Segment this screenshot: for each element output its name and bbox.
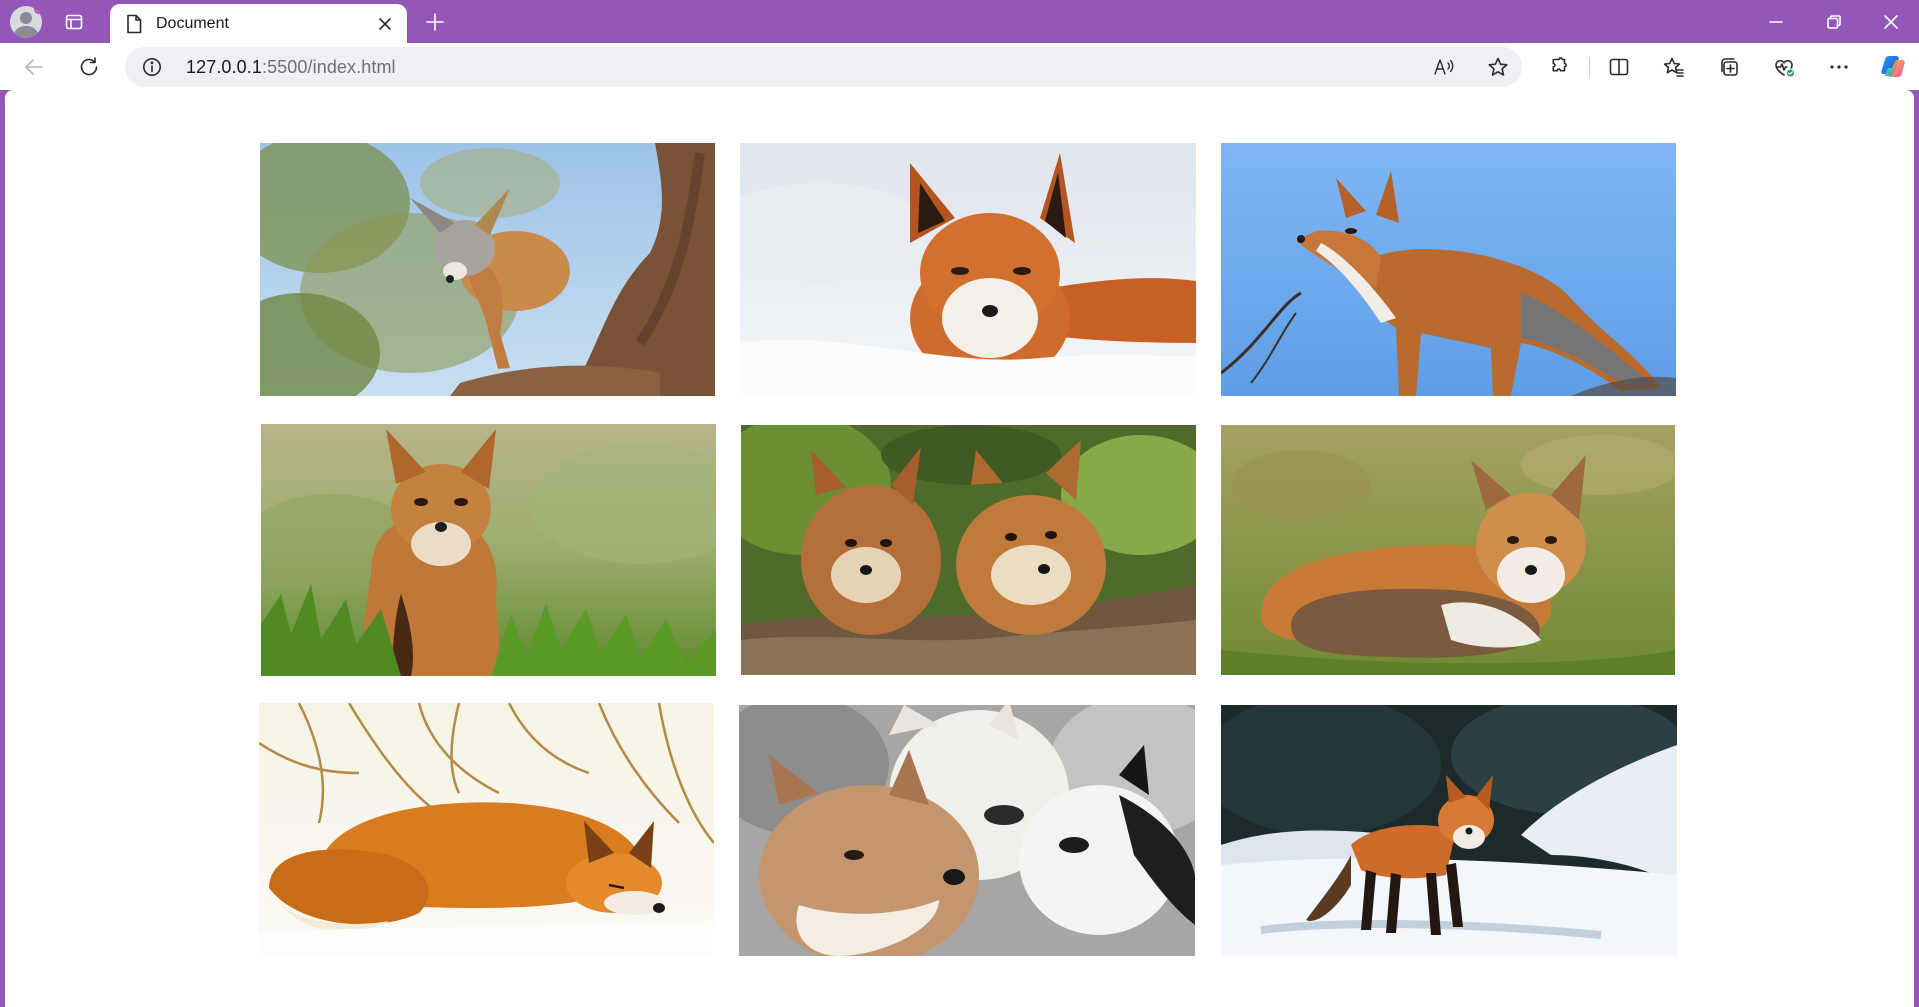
minimize-icon[interactable] [1748, 0, 1804, 43]
fox-photo-4 [261, 424, 716, 676]
fox-photo-3 [1221, 143, 1676, 396]
split-screen-icon[interactable] [1603, 51, 1635, 83]
tab-actions-icon[interactable] [58, 6, 90, 38]
info-icon[interactable] [141, 56, 163, 78]
fox-photo-1 [260, 143, 715, 396]
tab-document[interactable]: Document [110, 4, 407, 43]
title-bar: Document [0, 0, 1919, 43]
url-path: :5500/index.html [261, 57, 396, 77]
favorites-icon[interactable] [1658, 51, 1690, 83]
close-tab-icon[interactable] [371, 10, 399, 38]
fox-photo-5 [741, 425, 1196, 675]
address-bar[interactable]: 127.0.0.1:5500/index.html [125, 47, 1522, 87]
page-icon [126, 14, 144, 34]
profile-avatar[interactable] [10, 6, 42, 38]
fox-photo-2 [740, 143, 1196, 396]
extensions-icon[interactable] [1543, 51, 1575, 83]
back-icon[interactable] [18, 51, 50, 83]
tab-title: Document [156, 14, 229, 32]
star-icon[interactable] [1482, 51, 1514, 83]
collections-icon[interactable] [1713, 51, 1745, 83]
fox-photo-7 [259, 703, 714, 956]
fox-photo-9 [1221, 705, 1677, 956]
toolbar: 127.0.0.1:5500/index.html [0, 43, 1919, 90]
fox-photo-6 [1221, 425, 1675, 675]
close-window-icon[interactable] [1863, 0, 1919, 43]
read-aloud-icon[interactable] [1428, 51, 1460, 83]
url-host: 127.0.0.1 [186, 57, 262, 77]
refresh-icon[interactable] [73, 51, 105, 83]
new-tab-icon[interactable] [419, 6, 451, 38]
browser-essentials-icon[interactable] [1768, 51, 1800, 83]
copilot-icon[interactable] [1877, 51, 1909, 83]
restore-icon[interactable] [1806, 0, 1862, 43]
fox-photo-8 [739, 705, 1195, 956]
url-text[interactable]: 127.0.0.1:5500/index.html [186, 57, 396, 78]
more-icon[interactable] [1823, 51, 1855, 83]
page-viewport [5, 90, 1914, 1007]
toolbar-divider [1589, 57, 1590, 77]
